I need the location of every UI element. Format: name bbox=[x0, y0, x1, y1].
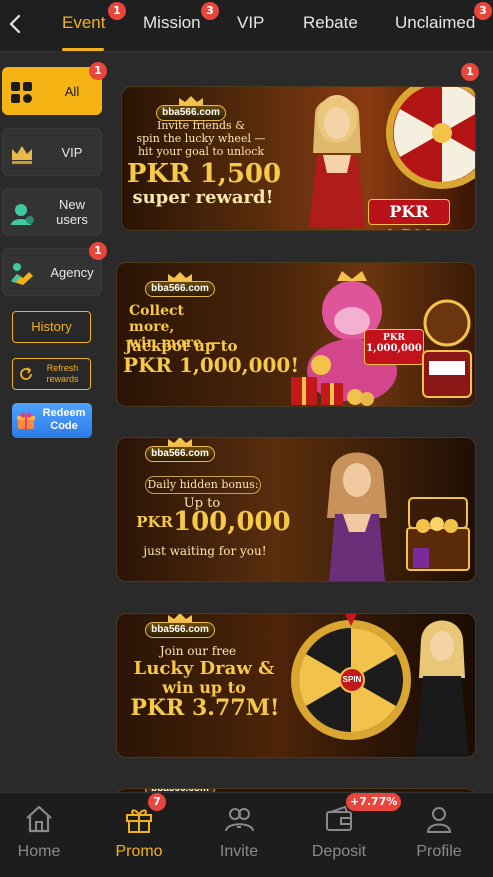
banner-amount: PKR 1,000,000! bbox=[123, 353, 300, 377]
banner-line: Lucky Draw & bbox=[133, 658, 275, 679]
bottom-nav-bar: Home Promo 7 Invite Deposit +7.77% Profi… bbox=[0, 792, 493, 877]
redeem-code-label: Redeem Code bbox=[42, 407, 86, 432]
new-user-icon bbox=[11, 204, 34, 225]
sidebar-item-vip[interactable]: VIP bbox=[2, 128, 102, 176]
nav-home[interactable]: Home bbox=[0, 793, 88, 877]
banner-amount: 100,000 bbox=[173, 507, 291, 537]
tab-event-badge: 1 bbox=[108, 2, 126, 20]
history-button[interactable]: History bbox=[12, 311, 91, 343]
promo-screen: Event 1 Mission 3 VIP Rebate Unclaimed 3… bbox=[0, 0, 493, 877]
bba566-logo: bba566.com bbox=[156, 95, 226, 121]
profile-icon bbox=[426, 807, 452, 833]
active-tab-indicator bbox=[62, 48, 104, 51]
tab-mission[interactable]: Mission bbox=[143, 13, 201, 33]
banner-line: Collect more, bbox=[129, 303, 185, 335]
tab-vip[interactable]: VIP bbox=[237, 13, 264, 33]
refresh-rewards-label: Refresh rewards bbox=[46, 363, 79, 384]
sidebar-item-agency[interactable]: Agency bbox=[2, 248, 102, 296]
nav-promo[interactable]: Promo bbox=[90, 793, 188, 877]
spin-button-illustration: SPIN bbox=[339, 667, 365, 693]
banner-line: Join our free bbox=[159, 644, 237, 658]
bba566-logo: bba566.com bbox=[145, 271, 215, 297]
refresh-rewards-button[interactable]: Refresh rewards bbox=[12, 358, 91, 390]
nav-label: Profile bbox=[416, 843, 462, 860]
nav-promo-badge: 7 bbox=[148, 793, 166, 811]
gift-boxes-illustration bbox=[291, 377, 374, 406]
handshake-icon bbox=[11, 263, 33, 285]
bba566-logo: bba566.com bbox=[145, 614, 215, 638]
banner-hidden-bonus[interactable]: bba566.com Daily hidden bonus: Up to PKR… bbox=[116, 437, 476, 582]
sidebar-item-new-users[interactable]: New users bbox=[2, 188, 102, 236]
banner-line: Invite friends & bbox=[156, 119, 245, 132]
hostess-illustration bbox=[415, 620, 469, 757]
banner-lucky-draw[interactable]: bba566.com Join our free Lucky Draw & wi… bbox=[116, 613, 476, 758]
hostess-illustration bbox=[327, 452, 387, 581]
sidebar-item-label: New users bbox=[56, 197, 88, 227]
banner-amount: PKR 1,500 bbox=[126, 159, 282, 189]
nav-label: Promo bbox=[115, 843, 163, 860]
treasure-chest-illustration bbox=[406, 497, 470, 571]
grid-icon bbox=[11, 82, 32, 103]
tab-event[interactable]: Event bbox=[62, 13, 105, 33]
refresh-icon bbox=[20, 367, 32, 380]
prize-chip: PKR 1,500 bbox=[368, 199, 450, 230]
banner-amount: PKR 3.77M! bbox=[130, 695, 280, 721]
nav-label: Deposit bbox=[311, 843, 367, 860]
sidebar-item-label: VIP bbox=[61, 144, 83, 160]
banner-jackpot[interactable]: bba566.com Collect more, win more — Jack… bbox=[116, 262, 476, 407]
bba566-logo: bba566.com bbox=[145, 438, 215, 462]
nav-profile[interactable]: Profile bbox=[390, 793, 488, 877]
redeem-code-button[interactable]: Redeem Code bbox=[12, 403, 92, 438]
banner-invite-badge: 1 bbox=[461, 63, 479, 81]
banner-line: Daily hidden bonus: bbox=[145, 476, 261, 494]
top-tab-bar: Event 1 Mission 3 VIP Rebate Unclaimed 3 bbox=[0, 0, 493, 52]
sidebar-item-all[interactable]: All bbox=[2, 67, 102, 115]
banner-line: hit your goal to unlock bbox=[137, 145, 265, 158]
banner-line: just waiting for you! bbox=[143, 544, 267, 558]
prize-chip: PKR 1,000,000 bbox=[364, 329, 424, 365]
sidebar-agency-badge: 1 bbox=[89, 242, 107, 260]
banner-line: spin the lucky wheel — bbox=[136, 132, 266, 145]
banner-line: super reward! bbox=[132, 187, 274, 208]
slot-machine-illustration bbox=[422, 299, 472, 398]
nav-label: Home bbox=[17, 843, 61, 860]
nav-label: Invite bbox=[219, 843, 259, 860]
tab-unclaimed[interactable]: Unclaimed bbox=[395, 13, 475, 33]
back-arrow-icon[interactable] bbox=[4, 12, 28, 36]
lucky-wheel-illustration bbox=[386, 87, 475, 189]
sidebar-all-badge: 1 bbox=[89, 62, 107, 80]
banner-amount-prefix: PKR bbox=[136, 513, 173, 531]
tab-mission-badge: 3 bbox=[201, 2, 219, 20]
tab-rebate[interactable]: Rebate bbox=[303, 13, 358, 33]
crown-icon bbox=[12, 146, 32, 164]
tab-unclaimed-badge: 3 bbox=[474, 2, 492, 20]
invite-icon bbox=[225, 808, 254, 832]
home-icon bbox=[26, 805, 52, 833]
gift-redeem-icon bbox=[17, 412, 35, 429]
banner-invite-spin[interactable]: bba566.com Invite friends & spin the luc… bbox=[121, 86, 476, 231]
nav-invite[interactable]: Invite bbox=[190, 793, 288, 877]
